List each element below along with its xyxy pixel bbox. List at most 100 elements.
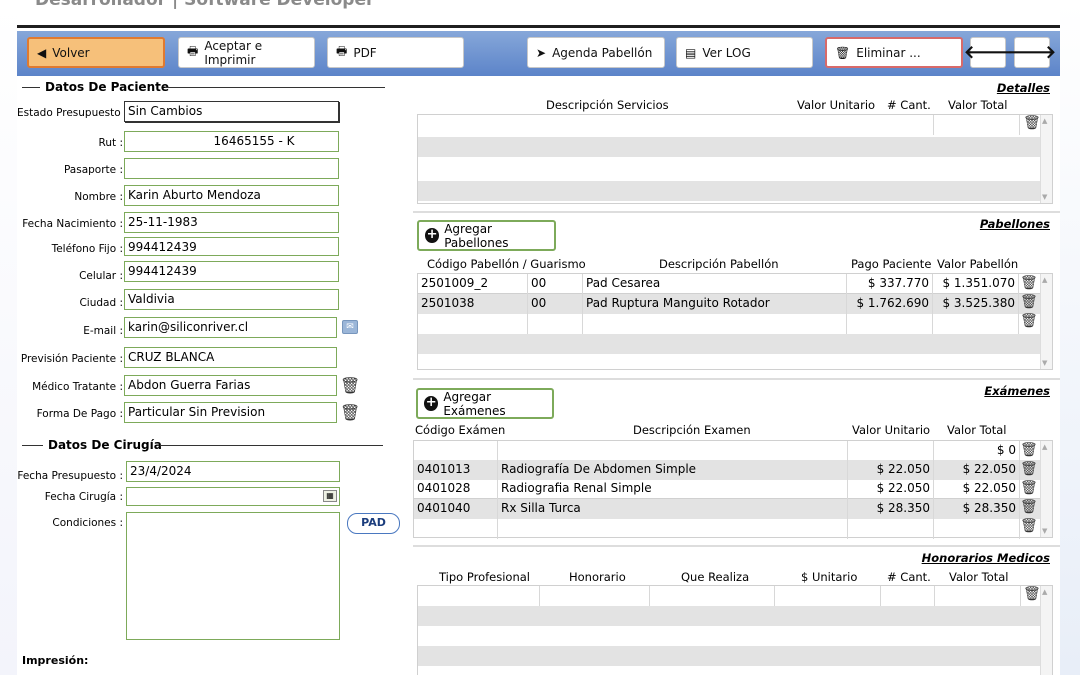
mail-icon[interactable]: ✉ [342,320,358,334]
ciudad-field[interactable]: Valdivia [124,289,339,310]
detalles-grid: ▲ ▼ [417,114,1053,204]
agenda-pabellon-button[interactable]: ➤ Agenda Pabellón [527,37,665,68]
pabellon-pago-cell: $ 337.770 [847,274,933,294]
table-row[interactable] [414,519,1040,539]
email-field[interactable]: karin@siliconriver.cl [124,317,337,338]
table-row[interactable]: 0401013 Radiografía De Abdomen Simple $ … [414,460,1040,480]
scroll-up-icon[interactable]: ▲ [1042,443,1047,451]
trash-icon[interactable]: 🗑 [1020,480,1038,496]
pdf-label: PDF [353,45,377,60]
scroll-up-icon[interactable]: ▲ [1042,588,1047,596]
honorarios-link[interactable]: Honorarios Medicos [922,551,1050,565]
examen-descripcion-cell: Rx Silla Turca [498,499,848,519]
table-cell [498,519,848,539]
examen-total-cell: $ 0 [934,441,1020,461]
celular-field[interactable]: 994412439 [124,261,339,282]
examen-unitario-cell: $ 22.050 [848,460,934,480]
telefono-field[interactable]: 994412439 [124,237,339,256]
divider [413,545,1060,547]
table-row[interactable]: $ 0 [414,441,1040,461]
nombre-label: Nombre : [74,191,123,203]
fecha-presupuesto-field[interactable]: 23/4/2024 [126,461,340,482]
pdf-button[interactable]: 🖶 PDF [327,37,464,68]
calendar-icon[interactable]: ▦ [323,490,337,502]
examenes-scrollbar[interactable]: ▲ ▼ [1040,441,1052,537]
table-row[interactable]: 0401028 Radiografia Renal Simple $ 22.05… [414,479,1040,499]
nombre-field[interactable]: Karin Aburto Mendoza [124,185,339,206]
fecha-presupuesto-label: Fecha Presupuesto : [17,470,123,482]
examenes-link[interactable]: Exámenes [984,384,1050,398]
fecha-cirugia-field[interactable] [126,487,340,506]
table-cell [528,314,583,334]
trash-icon[interactable]: 🗑 [1020,313,1038,329]
trash-icon[interactable]: 🗑 [1023,586,1041,602]
table-row[interactable] [418,115,1040,135]
pad-button[interactable]: PAD [347,513,400,534]
scroll-down-icon[interactable]: ▼ [1042,527,1047,535]
pabellones-link[interactable]: Pabellones [980,217,1050,231]
prevision-field[interactable]: CRUZ BLANCA [124,347,337,368]
trash-icon[interactable]: 🗑 [1020,275,1038,291]
prevision-label: Previsión Paciente : [20,353,123,365]
honorarios-col-unitario: $ Unitario [801,570,858,584]
scroll-down-icon[interactable]: ▼ [1042,193,1047,201]
medico-field[interactable]: Abdon Guerra Farias [124,375,337,396]
table-row[interactable] [418,334,1040,354]
pabellon-descripcion-cell: Pad Ruptura Manguito Rotador [583,294,847,314]
table-row[interactable] [418,137,1040,157]
rut-field[interactable]: 16465155 - K [124,131,339,152]
honorarios-col-que-realiza: Que Realiza [681,570,750,584]
scroll-down-icon[interactable]: ▼ [1042,359,1047,367]
table-row[interactable]: 2501009_2 00 Pad Cesarea $ 337.770 $ 1.3… [418,274,1040,294]
trash-icon[interactable]: 🗑 [1023,115,1041,131]
pasaporte-label: Pasaporte : [63,164,123,176]
right-edge [1060,0,1080,675]
table-row[interactable] [418,314,1040,334]
trash-icon[interactable]: 🗑 [1020,499,1038,515]
trash-icon[interactable]: 🗑 [1020,442,1038,458]
pabellon-guarismo-cell: 00 [528,294,583,314]
examenes-grid: $ 0 0401013 Radiografía De Abdomen Simpl… [413,440,1053,539]
table-row[interactable] [418,181,1040,201]
prev-button[interactable]: 🡐 [964,37,1012,68]
agregar-examenes-button[interactable]: + Agregar Exámenes [416,388,554,419]
table-row[interactable]: 0401040 Rx Silla Turca $ 28.350 $ 28.350 [414,499,1040,519]
section-rule [22,445,43,446]
trash-icon[interactable]: 🗑 [1020,294,1038,310]
table-cell [414,441,498,461]
pabellones-scrollbar[interactable]: ▲ ▼ [1040,274,1052,369]
title-bar: Desarrollador | Software Developer [17,0,1060,28]
left-edge [0,0,17,675]
eliminar-button[interactable]: 🗑 Eliminar ... [825,37,963,68]
aceptar-imprimir-button[interactable]: 🖶 Aceptar e Imprimir [178,37,315,68]
agregar-pabellones-button[interactable]: + Agregar Pabellones [417,220,556,251]
next-button[interactable]: 🡒 [1008,37,1056,68]
estado-field[interactable]: Sin Cambios [124,101,339,122]
volver-button[interactable]: ◀ Volver [27,37,165,68]
datos-paciente-title: Datos De Paciente [45,80,169,94]
table-row[interactable]: 2501038 00 Pad Ruptura Manguito Rotador … [418,294,1040,314]
pabellon-codigo-cell: 2501009_2 [418,274,528,294]
pabellones-col-pago: Pago Paciente [851,257,932,271]
table-cell [880,115,934,135]
section-rule [22,87,40,88]
table-row[interactable] [418,586,1040,606]
trash-icon[interactable]: 🗑 [340,376,360,395]
pabellones-grid: 2501009_2 00 Pad Cesarea $ 337.770 $ 1.3… [417,273,1053,370]
trash-icon[interactable]: 🗑 [1020,518,1038,534]
ver-log-button[interactable]: ▤ Ver LOG [676,37,813,68]
scroll-up-icon[interactable]: ▲ [1042,117,1047,125]
detalles-scrollbar[interactable]: ▲ ▼ [1040,115,1052,203]
condiciones-textarea[interactable] [126,512,340,640]
trash-icon[interactable]: 🗑 [1020,461,1038,477]
trash-icon[interactable]: 🗑 [340,403,360,422]
pasaporte-field[interactable] [124,158,339,179]
fecha-nacimiento-field[interactable]: 25-11-1983 [124,212,339,233]
table-row[interactable] [418,606,1040,626]
detalles-link[interactable]: Detalles [997,81,1050,95]
honorarios-scrollbar[interactable]: ▲ [1040,586,1052,675]
forma-pago-field[interactable]: Particular Sin Prevision [124,402,337,423]
scroll-up-icon[interactable]: ▲ [1042,276,1047,284]
table-row[interactable] [418,646,1040,666]
pabellon-codigo-cell: 2501038 [418,294,528,314]
